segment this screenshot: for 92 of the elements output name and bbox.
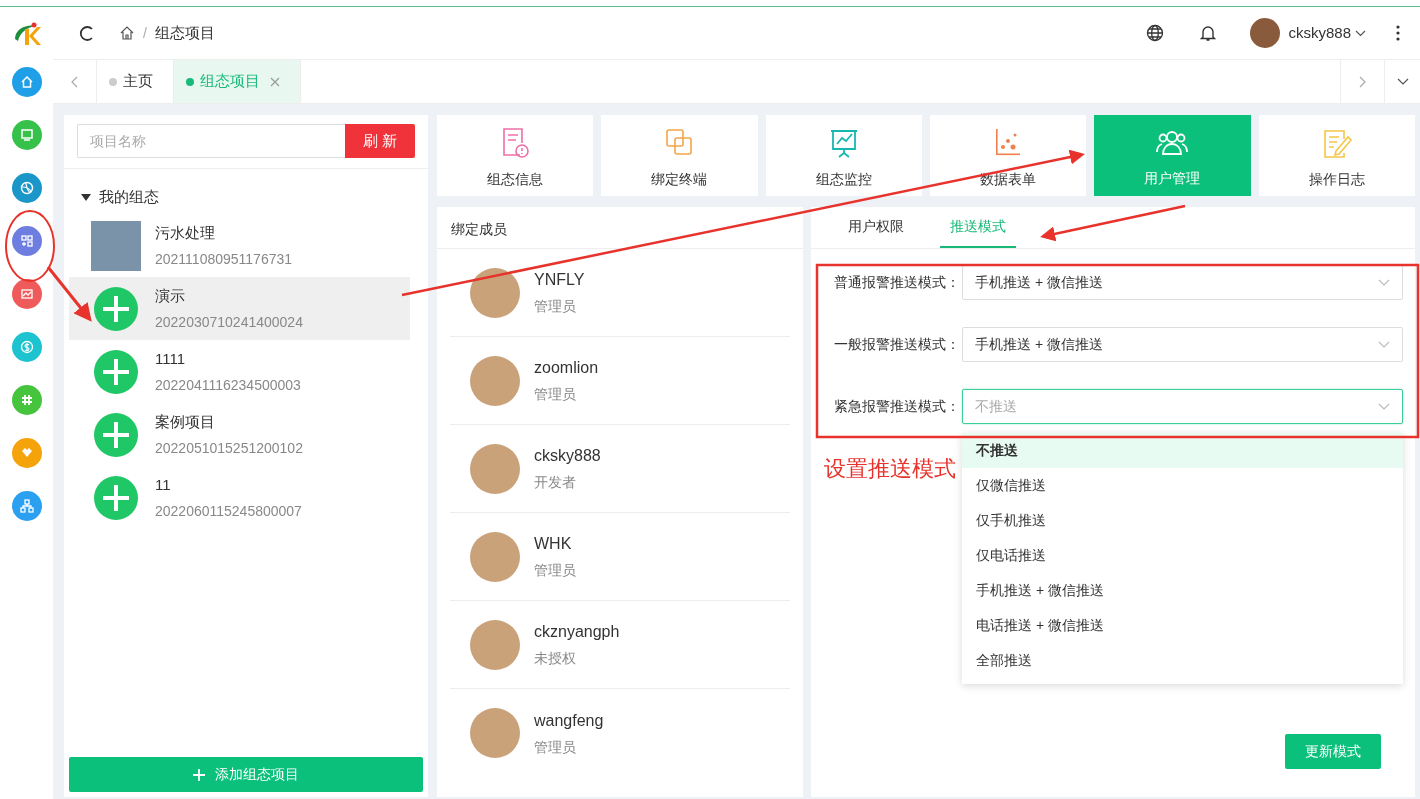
member-avatar (470, 708, 520, 758)
member-avatar (470, 531, 520, 582)
project-name: 演示 (155, 285, 186, 306)
user-name[interactable]: cksky888 (1288, 21, 1351, 45)
photo-placeholder (91, 220, 141, 271)
caret-icon[interactable] (1355, 29, 1366, 37)
member-role: 未授权 (534, 649, 577, 668)
project-item[interactable]: 案例项目 2022051015251200102 (69, 403, 410, 466)
project-item[interactable]: 1111 2022041116234500003 (69, 340, 410, 403)
member-name: YNFLY (534, 270, 585, 290)
dropdown-option[interactable]: 仅手机推送 (962, 503, 1403, 538)
member-role: 管理员 (534, 737, 577, 757)
plus-icon (94, 412, 138, 457)
member-name: cksky888 (534, 446, 601, 466)
member-name: WHK (534, 534, 573, 554)
home-icon[interactable] (119, 25, 135, 41)
dropdown-option[interactable]: 不推送 (962, 433, 1403, 468)
field-label: 普通报警推送模式： (833, 273, 961, 292)
member-name: zoomlion (534, 358, 599, 378)
expand-caret-icon[interactable] (81, 194, 91, 201)
chevron-icon (1378, 279, 1390, 286)
tree-group-label[interactable]: 我的组态 (99, 186, 159, 209)
bell-icon[interactable] (1200, 24, 1217, 42)
coin-icon[interactable] (11, 332, 42, 362)
status-dot (186, 77, 194, 86)
project-id: 202111080951176731 (155, 249, 293, 269)
close-icon[interactable] (270, 76, 280, 87)
project-name: 案例项目 (155, 411, 216, 432)
hash-icon[interactable] (11, 385, 42, 415)
chevron-right-icon (1359, 75, 1366, 88)
project-id: 2022060115245800007 (155, 501, 302, 521)
module-tile[interactable]: 组态信息 (437, 115, 594, 196)
project-item[interactable]: 演示 2022030710241400024 (69, 277, 410, 340)
document-icon (500, 126, 531, 159)
member-name: ckznyangph (534, 622, 620, 642)
annotation-arrow (46, 266, 92, 322)
dropdown-option[interactable]: 仅电话推送 (962, 538, 1403, 573)
refresh-icon[interactable] (79, 24, 95, 42)
dropdown-option[interactable]: 仅微信推送 (962, 468, 1403, 503)
monitor-icon[interactable] (11, 120, 42, 150)
chevron-icon (1378, 341, 1390, 348)
project-id: 2022051015251200102 (155, 438, 303, 458)
annotation-text: 设置推送模式 (824, 455, 956, 483)
chart-icon[interactable] (11, 279, 42, 309)
plus-icon (94, 286, 138, 331)
member-avatar (470, 355, 520, 406)
panel-tab[interactable]: 用户权限 (838, 207, 914, 248)
field-label: 紧急报警推送模式： (833, 397, 961, 416)
member-role: 管理员 (534, 385, 577, 404)
chevron-down-icon (1396, 78, 1409, 85)
dropdown-option[interactable]: 全部推送 (962, 643, 1403, 678)
breadcrumb-item: 组态项目 (154, 22, 215, 43)
member-avatar (470, 267, 520, 318)
member-role: 开发者 (534, 473, 577, 492)
grid-icon[interactable] (11, 226, 42, 256)
breadcrumb-separator: / (143, 23, 147, 43)
project-id: 2022041116234500003 (155, 375, 301, 395)
select-field[interactable]: 手机推送 + 微信推送 (962, 265, 1403, 300)
project-name: 11 (155, 474, 172, 495)
status-dot (109, 77, 117, 86)
select-field[interactable]: 手机推送 + 微信推送 (962, 327, 1403, 362)
dropdown-option[interactable]: 电话推送 + 微信推送 (962, 608, 1403, 643)
box-icon[interactable] (11, 438, 42, 468)
more-icon[interactable] (1396, 25, 1400, 41)
network-icon[interactable] (11, 491, 42, 521)
plus-icon (193, 768, 205, 781)
chevron-left-icon (71, 75, 78, 88)
ball-icon[interactable] (11, 173, 42, 203)
project-name: 1111 (155, 348, 187, 369)
user-avatar[interactable] (1250, 18, 1281, 48)
refresh-button[interactable]: 刷 新 (345, 124, 415, 158)
member-avatar (470, 443, 520, 494)
field-label: 一般报警推送模式： (833, 335, 961, 354)
dropdown-option[interactable]: 手机推送 + 微信推送 (962, 573, 1403, 608)
module-tile[interactable]: 组态监控 (765, 115, 922, 196)
plus-icon (94, 475, 138, 520)
member-role: 管理员 (534, 297, 577, 316)
plus-icon (94, 349, 138, 394)
chevron-icon (1378, 403, 1390, 410)
search-field[interactable]: 项目名称 (77, 124, 345, 158)
member-name: wangfeng (534, 710, 604, 731)
member-avatar (470, 619, 520, 670)
module-tile[interactable]: 操作日志 (1258, 115, 1415, 196)
member-role: 管理员 (534, 561, 576, 580)
project-item[interactable]: 11 2022060115245800007 (69, 466, 410, 529)
project-item[interactable]: 污水处理 202111080951176731 (69, 214, 410, 277)
module-tile[interactable]: 绑定终端 (601, 115, 758, 196)
project-name: 污水处理 (155, 222, 216, 243)
globe-icon[interactable] (1146, 24, 1165, 42)
annotation-circle (5, 210, 55, 282)
project-id: 2022030710241400024 (155, 312, 303, 332)
panel-title: 绑定成员 (437, 207, 803, 249)
